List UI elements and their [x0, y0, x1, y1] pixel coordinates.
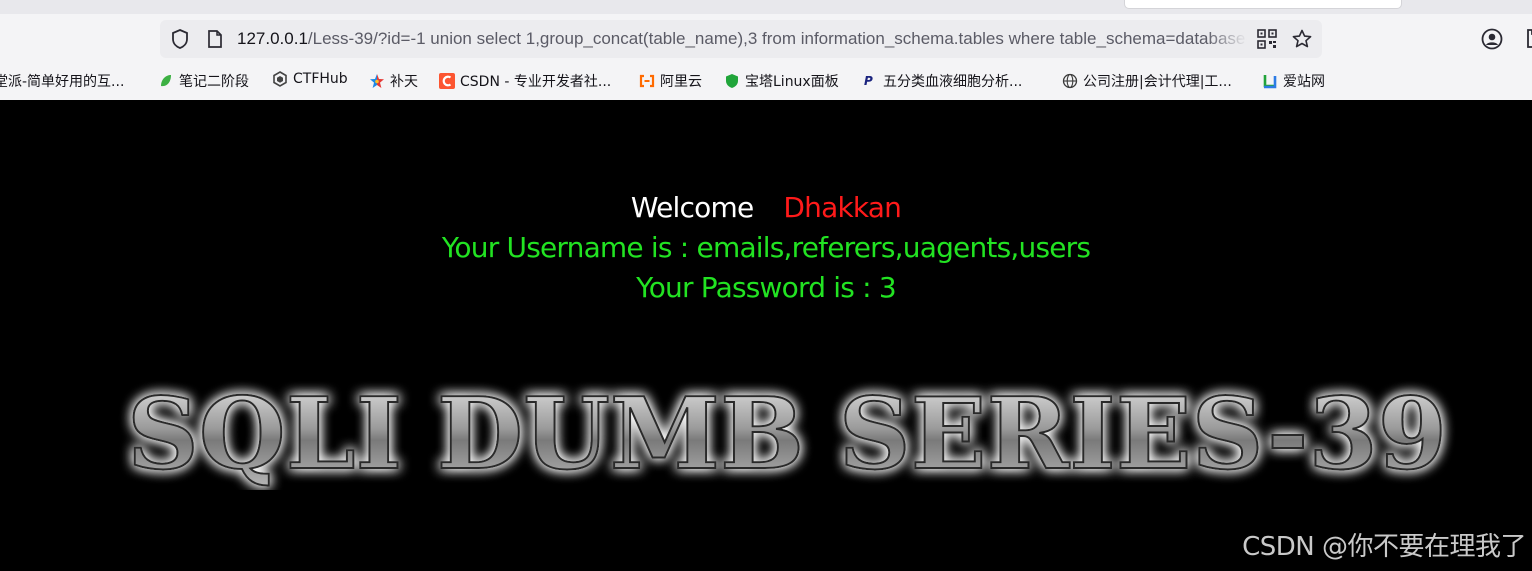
green-leaf-icon	[161, 75, 171, 87]
bookmark-label: 补天	[390, 74, 418, 90]
banner-text: SQLI DUMB SERIES-39	[127, 380, 1447, 490]
bookmark-label: 公司注册|会计代理|工...	[1083, 74, 1232, 90]
user-name: Dhakkan	[783, 191, 902, 224]
page-info-icon[interactable]	[204, 28, 226, 50]
bookmark-label: 爱站网	[1283, 74, 1325, 90]
svg-text:P: P	[864, 74, 873, 88]
bookmark-item[interactable]: 公司注册|会计代理|工...	[1062, 71, 1232, 91]
url-text[interactable]: 127.0.0.1/Less-39/?id=-1 union select 1,…	[237, 29, 1247, 49]
ctfhub-icon	[273, 71, 287, 87]
qr-code-icon[interactable]	[1256, 28, 1278, 50]
perlong-icon: P	[864, 74, 873, 88]
extensions-icon[interactable]	[1520, 27, 1532, 51]
bookmark-item[interactable]: 补天	[369, 71, 418, 91]
account-icon[interactable]	[1480, 27, 1504, 51]
bookmark-label: 堂派-简单好用的互...	[0, 74, 125, 90]
url-path: /Less-39/?id=-1 union select 1,group_con…	[307, 29, 1247, 48]
aizhan-icon	[1263, 75, 1277, 89]
dropdown-popup-edge	[1124, 0, 1402, 9]
baota-shield-icon	[726, 74, 738, 88]
username-line: Your Username is : emails,referers,uagen…	[441, 231, 1091, 264]
bookmark-label: CSDN - 专业开发者社...	[460, 74, 612, 90]
bookmark-label: 宝塔Linux面板	[745, 74, 839, 90]
shield-icon[interactable]	[169, 28, 191, 50]
aliyun-icon	[639, 74, 655, 88]
bookmark-item[interactable]: 宝塔Linux面板	[724, 71, 839, 91]
bookmark-item[interactable]: 笔记二阶段	[158, 71, 249, 91]
bookmark-label: 阿里云	[660, 74, 702, 90]
bookmark-label: 笔记二阶段	[179, 74, 249, 90]
globe-icon	[1062, 73, 1078, 89]
password-line: Your Password is : 3	[636, 271, 897, 304]
page-content: Welcome Dhakkan Your Username is : emails…	[0, 100, 1532, 571]
bookmark-item[interactable]: 堂派-简单好用的互...	[0, 71, 124, 91]
bookmark-item[interactable]: P 五分类血液细胞分析...	[862, 71, 1022, 91]
bookmark-item[interactable]: CSDN - 专业开发者社...	[439, 71, 611, 91]
sqli-series-banner: SQLI DUMB SERIES-39	[126, 380, 1448, 490]
bookmark-item[interactable]: 阿里云	[639, 71, 702, 91]
csdn-icon	[439, 73, 455, 89]
csdn-watermark: CSDN @你不要在理我了	[1242, 532, 1526, 562]
welcome-line: Welcome Dhakkan	[0, 188, 1532, 228]
welcome-text: Welcome	[630, 191, 754, 224]
bookmark-item[interactable]: 爱站网	[1262, 71, 1325, 91]
result-block: Welcome Dhakkan Your Username is : emails…	[0, 188, 1532, 308]
browser-chrome: 127.0.0.1/Less-39/?id=-1 union select 1,…	[0, 0, 1532, 100]
bookmark-star-icon[interactable]	[1291, 28, 1313, 50]
url-host: 127.0.0.1	[237, 29, 308, 48]
bookmarks-toolbar: 堂派-简单好用的互... 笔记二阶段 CTFHub 补天 CSDN - 专业开发…	[0, 66, 1532, 96]
bookmark-item[interactable]: CTFHub	[272, 71, 348, 87]
butian-star-icon	[370, 74, 384, 88]
address-bar[interactable]: 127.0.0.1/Less-39/?id=-1 union select 1,…	[160, 20, 1322, 58]
bookmark-label: CTFHub	[293, 71, 348, 87]
bookmark-label: 五分类血液细胞分析...	[883, 74, 1023, 90]
